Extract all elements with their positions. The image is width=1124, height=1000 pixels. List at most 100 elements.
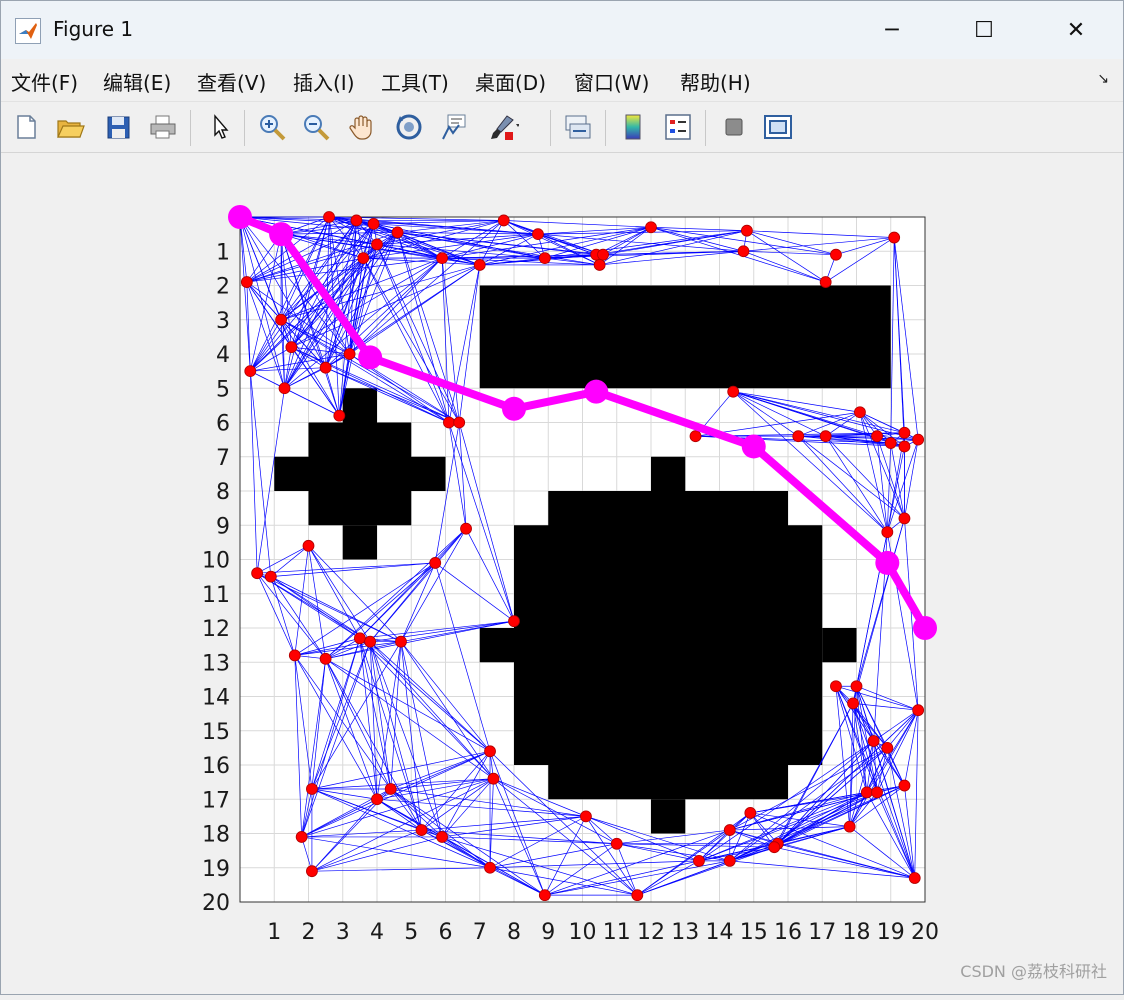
figure-canvas: 1 2 3 4 5 6 7 8 9 10 11 12 13 14 15 16 17 18 19 20 12345678…: [1, 153, 1124, 996]
roadmap-node: [898, 426, 911, 439]
roadmap-node: [319, 361, 332, 374]
x-tick-label: 16: [774, 920, 802, 945]
zoom-in-icon[interactable]: [255, 110, 289, 144]
data-cursor-icon[interactable]: [437, 110, 471, 144]
roadmap-node: [843, 820, 856, 833]
roadmap-node: [251, 567, 264, 580]
y-tick-label: 15: [202, 720, 230, 745]
roadmap-node: [343, 348, 356, 360]
roadmap-node: [741, 224, 753, 237]
menu-edit[interactable]: 编辑(E): [103, 67, 171, 96]
obstacle-cell: [342, 388, 377, 423]
roadmap-node: [580, 810, 592, 823]
show-plot-tools-icon[interactable]: [761, 110, 795, 144]
pointer-icon[interactable]: [203, 110, 237, 144]
roadmap-node: [240, 276, 253, 288]
roadmap-node: [723, 855, 736, 867]
x-tick-label: 6: [439, 920, 453, 945]
roadmap-node: [693, 855, 705, 867]
roadmap-node: [487, 772, 500, 785]
path-waypoint: [502, 396, 526, 421]
roadmap-node: [357, 252, 370, 265]
roadmap-plot[interactable]: 1 2 3 4 5 6 7 8 9 10 11 12 13 14 15 16 17 18 19 20 12345678…: [1, 153, 1124, 996]
roadmap-node: [689, 430, 702, 443]
close-button[interactable]: ✕: [1030, 1, 1122, 59]
roadmap-node: [538, 889, 551, 902]
maximize-button[interactable]: ☐: [938, 1, 1030, 59]
link-plot-icon[interactable]: [561, 110, 595, 144]
roadmap-node: [367, 217, 380, 230]
roadmap-node: [302, 539, 315, 552]
roadmap-node: [371, 238, 383, 251]
legend-icon[interactable]: [661, 110, 695, 144]
brush-icon[interactable]: [486, 110, 520, 144]
obstacle-cell: [274, 456, 446, 491]
open-file-icon[interactable]: [53, 110, 87, 144]
zoom-out-icon[interactable]: [299, 110, 333, 144]
roadmap-node: [792, 430, 805, 443]
y-tick-label: 20: [202, 891, 230, 916]
menu-tools[interactable]: 工具(T): [381, 67, 449, 96]
title-bar[interactable]: Figure 1 ─ ☐ ✕: [1, 1, 1123, 59]
x-tick-label: 9: [541, 920, 555, 945]
roadmap-node: [819, 276, 832, 288]
roadmap-node: [830, 680, 842, 693]
obstacle-cell: [651, 799, 686, 834]
roadmap-node: [912, 433, 925, 446]
roadmap-node: [912, 704, 925, 717]
y-tick-label: 5: [216, 377, 230, 402]
roadmap-node: [371, 793, 383, 806]
hide-plot-tools-icon[interactable]: [717, 110, 751, 144]
path-waypoint: [913, 616, 937, 640]
x-tick-label: 13: [671, 920, 699, 945]
menu-help[interactable]: 帮助(H): [680, 67, 751, 96]
save-icon[interactable]: [101, 110, 135, 144]
roadmap-node: [473, 259, 486, 271]
roadmap-node: [275, 313, 288, 326]
y-tick-label: 10: [202, 549, 230, 574]
pan-hand-icon[interactable]: [345, 110, 379, 144]
y-tick-label: 12: [202, 617, 230, 642]
roadmap-node: [898, 779, 911, 792]
menu-insert[interactable]: 插入(I): [293, 67, 355, 96]
y-tick-label: 7: [216, 446, 230, 471]
menu-desktop[interactable]: 桌面(D): [475, 67, 546, 96]
roadmap-node: [854, 406, 866, 419]
print-icon[interactable]: [146, 110, 180, 144]
roadmap-node: [497, 214, 510, 227]
y-tick-label: 11: [202, 583, 230, 608]
y-tick-label: 2: [216, 275, 230, 300]
roadmap-node: [333, 409, 346, 422]
x-tick-label: 20: [911, 920, 939, 945]
colorbar-icon[interactable]: [616, 110, 650, 144]
rotate-3d-icon[interactable]: [392, 110, 426, 144]
roadmap-node: [319, 652, 332, 665]
new-figure-icon[interactable]: [9, 110, 43, 144]
x-tick-label: 18: [843, 920, 871, 945]
roadmap-node: [898, 512, 911, 525]
matlab-logo-icon: [15, 18, 41, 44]
roadmap-node: [429, 557, 442, 569]
menu-window[interactable]: 窗口(W): [574, 67, 649, 96]
window-title: Figure 1: [53, 17, 134, 41]
dock-arrow-icon[interactable]: ↘: [1097, 71, 1109, 87]
menu-view[interactable]: 查看(V): [197, 67, 266, 96]
obstacle-cell: [651, 456, 686, 491]
roadmap-node: [737, 245, 750, 258]
roadmap-node: [484, 861, 496, 874]
obstacle-cell: [822, 628, 857, 663]
menu-file[interactable]: 文件(F): [11, 67, 78, 96]
roadmap-node: [460, 522, 472, 535]
roadmap-node: [884, 437, 897, 449]
path-waypoint: [875, 550, 900, 575]
x-tick-label: 14: [706, 920, 734, 945]
roadmap-node: [350, 214, 363, 227]
minimize-button[interactable]: ─: [846, 1, 938, 59]
y-tick-label: 6: [216, 412, 230, 437]
roadmap-node: [723, 824, 736, 836]
path-waypoint: [741, 434, 766, 459]
roadmap-node: [415, 824, 428, 836]
roadmap-node: [888, 231, 901, 244]
roadmap-node: [538, 252, 551, 265]
y-axis-ticks: 1234567891011121314151617181920: [202, 240, 230, 916]
